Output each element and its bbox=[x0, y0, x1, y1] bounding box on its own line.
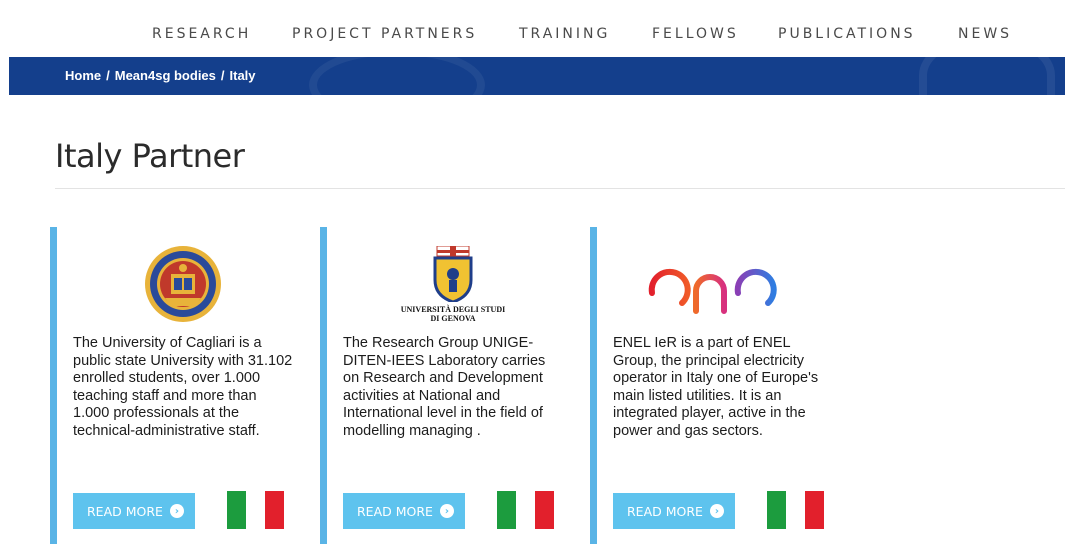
nav-fellows[interactable]: FELLOWS bbox=[652, 26, 739, 42]
breadcrumb-bodies[interactable]: Mean4sg bodies bbox=[115, 68, 216, 83]
italy-flag-icon bbox=[497, 491, 554, 529]
nav-project-partners[interactable]: PROJECT PARTNERS bbox=[292, 26, 477, 42]
nav-news[interactable]: NEWS bbox=[958, 26, 1012, 42]
cagliari-seal-logo bbox=[57, 239, 309, 329]
partner-card-enel: enel bbox=[590, 227, 849, 544]
breadcrumb-home[interactable]: Home bbox=[65, 68, 101, 83]
title-divider bbox=[55, 188, 1065, 189]
partner-description: The University of Cagliari is a public s… bbox=[73, 335, 293, 439]
partner-description: The Research Group UNIGE-DITEN-IEES Labo… bbox=[343, 335, 546, 439]
nav-research[interactable]: RESEARCH bbox=[152, 26, 251, 42]
nav-publications[interactable]: PUBLICATIONS bbox=[778, 26, 916, 42]
chevron-right-icon: › bbox=[439, 504, 454, 518]
nav-training[interactable]: TRAINING bbox=[519, 26, 610, 42]
breadcrumb-separator: / bbox=[106, 68, 110, 83]
background-watermark bbox=[309, 57, 485, 95]
genova-logo-line1: UNIVERSITÀ DEGLI STUDI bbox=[400, 304, 506, 314]
read-more-label: READ MORE bbox=[87, 503, 163, 519]
read-more-button[interactable]: READ MORE › bbox=[73, 493, 195, 529]
genova-logo-line2: DI GENOVA bbox=[430, 313, 476, 323]
background-watermark bbox=[919, 57, 1055, 95]
partner-card-cagliari: The University of Cagliari is a public s… bbox=[50, 227, 309, 544]
genova-logo: UNIVERSITÀ DEGLI STUDI DI GENOVA bbox=[327, 239, 579, 329]
university-seal-icon bbox=[145, 246, 221, 322]
breadcrumb-bar: Home / Mean4sg bodies / Italy bbox=[9, 57, 1065, 95]
read-more-label: READ MORE bbox=[357, 503, 433, 519]
main-nav: RESEARCH PROJECT PARTNERS TRAINING FELLO… bbox=[0, 0, 1065, 56]
enel-logo-icon: enel bbox=[647, 254, 791, 314]
read-more-label: READ MORE bbox=[627, 503, 703, 519]
page-title: Italy Partner bbox=[55, 137, 245, 175]
read-more-button[interactable]: READ MORE › bbox=[343, 493, 465, 529]
chevron-right-icon: › bbox=[169, 504, 184, 518]
genova-crest-icon bbox=[433, 245, 473, 302]
italy-flag-icon bbox=[767, 491, 824, 529]
partner-description: ENEL IeR is a part of ENEL Group, the pr… bbox=[613, 335, 819, 439]
chevron-right-icon: › bbox=[709, 504, 724, 518]
breadcrumb-current: Italy bbox=[229, 68, 256, 83]
partner-card-genova: UNIVERSITÀ DEGLI STUDI DI GENOVA The Res… bbox=[320, 227, 579, 544]
italy-flag-icon bbox=[227, 491, 284, 529]
breadcrumb: Home / Mean4sg bodies / Italy bbox=[65, 68, 256, 83]
enel-logo: enel bbox=[597, 239, 849, 329]
read-more-button[interactable]: READ MORE › bbox=[613, 493, 735, 529]
breadcrumb-separator: / bbox=[220, 68, 225, 83]
